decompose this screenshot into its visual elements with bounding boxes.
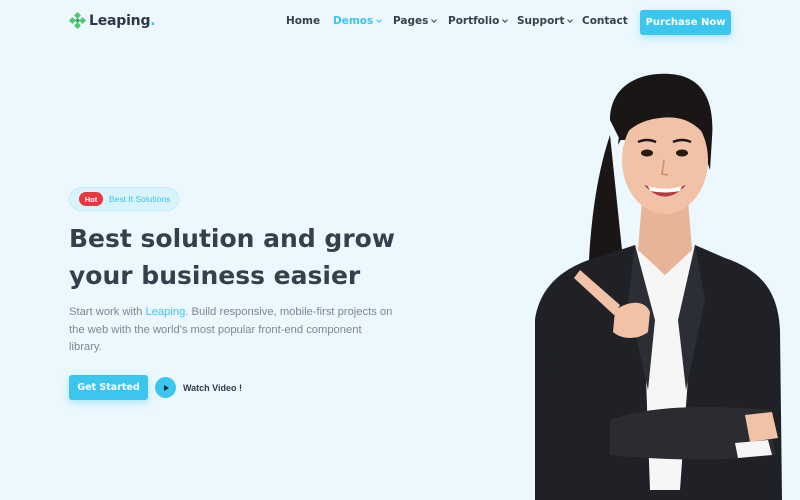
brand-dot: . — [150, 12, 156, 29]
nav-demos-label: Demos — [333, 15, 374, 27]
chevron-down-icon — [431, 17, 438, 23]
desc-brand-highlight: Leaping — [145, 306, 186, 318]
chevron-down-icon — [567, 17, 574, 23]
purchase-now-button[interactable]: Purchase Now — [640, 10, 731, 35]
hero-title-line-2: your business easier — [69, 261, 361, 290]
nav-portfolio-label: Portfolio — [448, 15, 500, 27]
nav-support-label: Support — [517, 15, 565, 27]
hero-desc-line-2: the web with the world's most popular fr… — [69, 323, 362, 336]
hero-tag-pill: Hot Best It Solutions — [69, 187, 179, 211]
hot-badge: Hot — [79, 192, 103, 206]
nav-contact-label: Contact — [582, 15, 628, 27]
watch-video-link[interactable]: Watch Video ! — [155, 377, 242, 398]
hero-person-image — [535, 73, 782, 500]
nav-portfolio[interactable]: Portfolio — [448, 15, 509, 27]
nav-home[interactable]: Home — [286, 15, 320, 27]
brand-name: Leaping — [89, 12, 151, 29]
nav-contact[interactable]: Contact — [582, 15, 628, 27]
desc-suffix: . Build responsive, mobile-first project… — [185, 306, 393, 318]
hero-title-line-1: Best solution and grow — [69, 224, 395, 253]
nav-support[interactable]: Support — [517, 15, 574, 27]
hero-desc-line-1: Start work with Leaping. Build responsiv… — [69, 304, 399, 322]
get-started-button[interactable]: Get Started — [69, 375, 148, 400]
chevron-down-icon — [502, 17, 509, 23]
hero-tag-text: Best It Solutions — [109, 194, 171, 204]
top-navbar: Leaping. Home Demos Pages Portfolio Supp… — [0, 0, 800, 44]
chevron-down-icon — [376, 17, 383, 23]
nav-pages-label: Pages — [393, 15, 429, 27]
nav-home-label: Home — [286, 15, 321, 27]
nav-pages[interactable]: Pages — [393, 15, 438, 27]
hero-desc-line-3: library. — [69, 341, 102, 353]
nav-demos[interactable]: Demos — [333, 15, 383, 27]
desc-prefix: Start work with — [69, 306, 146, 318]
play-icon[interactable] — [155, 377, 176, 398]
brand-logo[interactable]: Leaping. — [69, 12, 156, 29]
logo-icon — [69, 12, 86, 29]
hero-title: Best solution and grow your business eas… — [69, 220, 429, 294]
hero-description: Start work with Leaping. Build responsiv… — [69, 304, 399, 357]
watch-video-label: Watch Video ! — [183, 382, 243, 393]
